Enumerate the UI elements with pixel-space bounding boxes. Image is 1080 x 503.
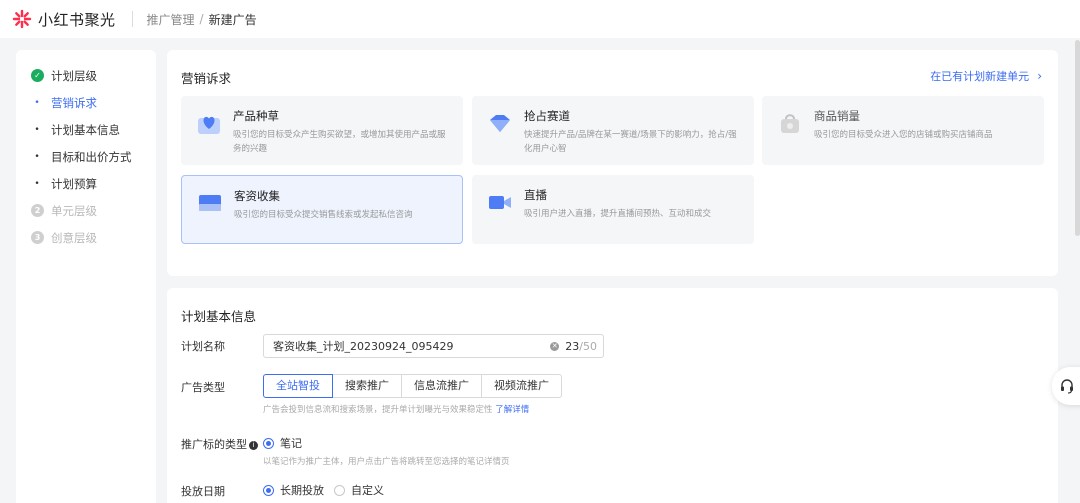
heart-box-icon (198, 116, 220, 134)
ad-type-hint: 广告会投到信息流和搜索场景，提升单计划曝光与效果稳定性 了解详情 (263, 403, 529, 415)
nav-label: 计划层级 (51, 68, 97, 83)
promotion-target-type-label: 推广标的类型 i (181, 436, 258, 452)
promotion-target-hint: 以笔记作为推广主体，用户点击广告将跳转至您选择的笔记详情页 (263, 457, 510, 467)
headset-icon (1061, 379, 1073, 394)
breadcrumb-current: 新建广告 (208, 12, 257, 27)
card-title: 产品种草 (233, 109, 279, 123)
learn-more-link[interactable]: 了解详情 (495, 405, 529, 415)
card-description: 吸引您的目标受众产生购买欲望，或增加其使用产品或服务的兴趣 (233, 130, 446, 154)
step-number-icon: 2 (31, 204, 44, 217)
goal-card-live-stream[interactable]: 直播 吸引用户进入直播，提升直播间预热、互动和成交 (472, 175, 754, 244)
label-text: 推广标的类型 (181, 438, 247, 451)
nav-plan-level[interactable]: ✓ 计划层级 (16, 62, 156, 89)
promotion-target-radio-note[interactable]: 笔记 (263, 435, 302, 451)
new-unit-in-existing-plan-link[interactable]: 在已有计划新建单元 › (930, 68, 1042, 84)
breadcrumb-parent[interactable]: 推广管理 (147, 11, 195, 28)
radio-label-custom[interactable]: 自定义 (351, 482, 384, 498)
link-label: 在已有计划新建单元 (930, 70, 1030, 83)
bullet-icon: • (34, 151, 40, 162)
top-header: 小红书聚光 推广管理 / 新建广告 (0, 0, 1080, 38)
video-camera-icon (489, 196, 511, 209)
nav-basic-info[interactable]: • 计划基本信息 (16, 116, 156, 143)
marketing-goal-panel: 营销诉求 在已有计划新建单元 › 产品种草 吸引您的目标受众产生购买欲望，或增加… (167, 50, 1058, 276)
nav-label: 营销诉求 (51, 95, 97, 110)
chevron-right-icon: › (1037, 69, 1042, 83)
step-number-icon: 3 (31, 231, 44, 244)
nav-target-bid[interactable]: • 目标和出价方式 (16, 143, 156, 170)
nav-creative-level: 3 创意层级 (16, 224, 156, 251)
ad-type-label: 广告类型 (181, 381, 225, 394)
card-title: 抢占赛道 (524, 109, 570, 123)
bullet-icon: • (34, 97, 40, 108)
plan-basic-info-panel: 计划基本信息 计划名称 客资收集_计划_20230924_095429 ✕ 23… (167, 288, 1058, 503)
goal-card-product-seeding[interactable]: 产品种草 吸引您的目标受众产生购买欲望，或增加其使用产品或服务的兴趣 (181, 96, 463, 165)
radio-label: 笔记 (280, 437, 302, 450)
check-icon: ✓ (31, 69, 44, 82)
hint-text: 广告会投到信息流和搜索场景，提升单计划曝光与效果稳定性 (263, 405, 493, 415)
goal-card-track-capture[interactable]: 抢占赛道 快速提升产品/品牌在某一赛道/场景下的影响力，抢占/强化用户心智 (472, 96, 754, 165)
flower-logo-icon (12, 9, 32, 29)
plan-name-input[interactable]: 客资收集_计划_20230924_095429 ✕ 23/50 (263, 334, 604, 358)
card-title: 直播 (524, 188, 547, 202)
nav-label: 目标和出价方式 (51, 149, 132, 164)
card-description: 快速提升产品/品牌在某一赛道/场景下的影响力，抢占/强化用户心智 (524, 130, 737, 154)
radio-selected-icon[interactable] (263, 484, 274, 496)
bullet-icon: • (34, 178, 40, 189)
card-title: 客资收集 (234, 189, 280, 203)
ad-type-option-all-site[interactable]: 全站智投 (263, 374, 333, 398)
card-description: 吸引您的目标受众提交销售线索或发起私信咨询 (234, 210, 413, 220)
ad-type-option-search[interactable]: 搜索推广 (333, 374, 402, 398)
char-count-current: 23 (565, 339, 580, 353)
radio-label-long-term[interactable]: 长期投放 (280, 482, 324, 498)
nav-label: 计划预算 (51, 176, 97, 191)
plan-name-label: 计划名称 (181, 340, 225, 353)
nav-label: 创意层级 (51, 230, 97, 245)
card-description: 吸引用户进入直播，提升直播间预热、互动和成交 (524, 209, 712, 219)
card-description: 吸引您的目标受众进入您的店铺或购买店铺商品 (814, 130, 993, 140)
goal-card-lead-collection[interactable]: 客资收集 吸引您的目标受众提交销售线索或发起私信咨询 (181, 175, 463, 244)
nav-label: 单元层级 (51, 203, 97, 218)
page-scrollbar[interactable] (1075, 40, 1080, 236)
delivery-date-radio-group: 长期投放 自定义 (263, 482, 384, 498)
customer-support-button[interactable] (1052, 367, 1080, 405)
lead-form-icon (199, 195, 221, 211)
step-navigation: ✓ 计划层级 • 营销诉求 • 计划基本信息 • 目标和出价方式 • 计划预算 … (16, 50, 156, 503)
goal-card-product-sales[interactable]: 商品销量 吸引您的目标受众进入您的店铺或购买店铺商品 (762, 96, 1044, 165)
shopping-bag-icon (781, 114, 799, 133)
char-count-max: /50 (579, 339, 597, 353)
radio-unselected-icon[interactable] (334, 484, 345, 496)
delivery-date-label: 投放日期 (181, 485, 225, 498)
breadcrumb-separator: / (199, 12, 204, 26)
info-icon[interactable]: i (249, 440, 258, 450)
section-title: 营销诉求 (181, 71, 232, 86)
clear-icon[interactable]: ✕ (550, 341, 560, 351)
nav-budget[interactable]: • 计划预算 (16, 170, 156, 197)
app-name: 小红书聚光 (38, 10, 116, 29)
nav-unit-level: 2 单元层级 (16, 197, 156, 224)
nav-label: 计划基本信息 (51, 122, 120, 137)
ad-type-option-video-feed[interactable]: 视频流推广 (482, 374, 562, 398)
header-divider (131, 11, 133, 27)
radio-selected-icon (263, 437, 274, 449)
section-title: 计划基本信息 (181, 309, 257, 324)
ad-type-selector: 全站智投 搜索推广 信息流推广 视频流推广 (263, 374, 562, 398)
card-title: 商品销量 (814, 109, 860, 123)
plan-name-value: 客资收集_计划_20230924_095429 (273, 340, 454, 353)
nav-marketing-goal[interactable]: • 营销诉求 (16, 89, 156, 116)
bullet-icon: • (34, 124, 40, 135)
logo[interactable]: 小红书聚光 (12, 9, 116, 30)
diamond-icon (490, 115, 510, 132)
ad-type-option-feed[interactable]: 信息流推广 (402, 374, 482, 398)
